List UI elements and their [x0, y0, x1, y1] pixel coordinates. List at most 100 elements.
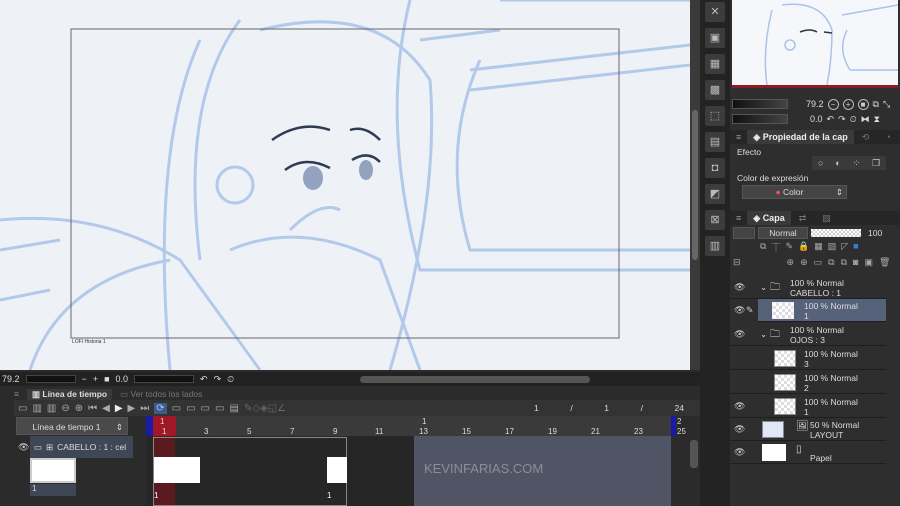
- delete-layer-icon[interactable]: 🗑: [879, 257, 890, 269]
- tone-folder-icon[interactable]: ▩: [705, 80, 725, 100]
- navigator-preview[interactable]: [732, 0, 898, 88]
- delete-cel-icon[interactable]: ▭: [215, 403, 224, 414]
- eye-icon[interactable]: 👁: [734, 447, 745, 458]
- eye-icon[interactable]: 👁: [18, 442, 29, 453]
- camera-icon[interactable]: ◘: [705, 158, 725, 178]
- expression-color-select[interactable]: ● Color ⇕: [742, 185, 847, 199]
- layer-folder-ojos[interactable]: 👁 ⌄ 🗀 100 % Normal OJOS : 3: [730, 323, 886, 346]
- status-zoom-slider[interactable]: [25, 375, 76, 383]
- reset-rotation-icon[interactable]: ⏲: [227, 374, 234, 385]
- merge-icon[interactable]: ⧉: [841, 257, 847, 269]
- expand-chevron-icon[interactable]: ⌄: [760, 282, 767, 293]
- cel-block[interactable]: [154, 457, 200, 483]
- zoom-in-icon[interactable]: +: [93, 374, 98, 384]
- apply-mask-icon[interactable]: ▣: [864, 257, 873, 269]
- timeline-scrollbar[interactable]: [690, 440, 698, 468]
- transfer-down-icon[interactable]: ⧉: [828, 257, 834, 269]
- rotate-right-icon[interactable]: ↷: [838, 114, 846, 125]
- onion-skin-icon[interactable]: ▤: [229, 403, 238, 414]
- timeline-icon[interactable]: ⊟: [733, 257, 741, 269]
- zoom-out-icon[interactable]: −: [827, 98, 839, 110]
- layer-cabello-1[interactable]: 100 % Normal 1: [758, 299, 886, 322]
- selection-icon[interactable]: ⬚: [705, 106, 725, 126]
- transform-icon[interactable]: ⊠: [705, 210, 725, 230]
- play-icon[interactable]: ▶: [115, 403, 123, 414]
- drawing-canvas[interactable]: LOFI Historia 1: [0, 0, 690, 370]
- zoom-out-icon[interactable]: ⊖: [61, 403, 69, 414]
- loop-icon[interactable]: ⟳: [154, 402, 167, 414]
- color-chip-select[interactable]: [733, 226, 755, 239]
- export-icon[interactable]: ▥: [705, 236, 725, 256]
- tab-view-all[interactable]: ▭ Ver todos los lados: [120, 389, 202, 400]
- tone-effect-icon[interactable]: ◐: [835, 158, 840, 168]
- tab-icon-3[interactable]: ◔: [877, 132, 898, 142]
- tab-icon-2[interactable]: ⇄: [791, 213, 815, 224]
- zoom-slider[interactable]: [732, 99, 788, 109]
- menu-icon[interactable]: ≡: [730, 132, 747, 142]
- delete-selection-icon[interactable]: ✕: [705, 2, 725, 22]
- folder-icon[interactable]: ▣: [705, 28, 725, 48]
- zoom-in-icon[interactable]: ⊕: [75, 403, 83, 414]
- eye-icon[interactable]: 👁: [734, 424, 745, 435]
- zoom-out-icon[interactable]: −: [82, 374, 87, 384]
- layer-folder-cabello[interactable]: 👁 ⌄ 🗀 100 % Normal CABELLO : 1: [730, 276, 886, 299]
- layer-paper[interactable]: 👁 ▯ Papel: [730, 441, 886, 464]
- eye-icon[interactable]: 👁: [734, 282, 745, 293]
- layer-ojos-1[interactable]: 👁 100 % Normal 1: [730, 395, 886, 418]
- fit-icon[interactable]: ⧉: [873, 99, 879, 110]
- actual-size-icon[interactable]: ■: [104, 374, 109, 384]
- mask-icon[interactable]: ▧: [828, 241, 837, 253]
- status-rotation-slider[interactable]: [134, 375, 195, 383]
- last-frame-icon[interactable]: ⏭: [140, 403, 149, 414]
- new-raster-icon[interactable]: ⊕: [787, 257, 795, 269]
- cel-block[interactable]: [327, 457, 347, 483]
- blend-mode-select[interactable]: Normal: [758, 226, 808, 239]
- end-marker[interactable]: [671, 416, 676, 436]
- draft-icon[interactable]: ✎: [785, 241, 793, 253]
- actual-size-icon[interactable]: ■: [857, 98, 869, 110]
- first-frame-icon[interactable]: ⏮: [88, 403, 97, 414]
- flip-vertical-icon[interactable]: ⧗: [874, 114, 880, 125]
- reset-rotation-icon[interactable]: ⏲: [850, 114, 857, 125]
- lock-transparent-icon[interactable]: ▦: [814, 241, 823, 253]
- zoom-in-icon[interactable]: +: [842, 98, 854, 110]
- fill-icon[interactable]: ⤡: [883, 99, 890, 110]
- edit-timeline-icon[interactable]: ▥: [32, 403, 41, 414]
- opacity-slider[interactable]: [811, 228, 861, 237]
- tab-icon-3[interactable]: ▨: [814, 213, 839, 224]
- layer-ojos-3[interactable]: 100 % Normal 3: [730, 347, 886, 370]
- specify-cel-icon[interactable]: ▭: [201, 403, 210, 414]
- timeline-ruler[interactable]: 1 1 2 1 3 5 7 9 11 13 15 17 19 21 23 25: [146, 416, 686, 436]
- flip-horizontal-icon[interactable]: ⧓: [861, 114, 870, 125]
- timeline-select[interactable]: Línea de tiempo 1 ⇕: [16, 417, 128, 435]
- prev-frame-icon[interactable]: ◀: [102, 403, 110, 414]
- rotate-right-icon[interactable]: ↷: [214, 374, 222, 385]
- tab-icon-2[interactable]: ⟲: [854, 132, 878, 143]
- new-vector-icon[interactable]: ⊕: [800, 257, 808, 269]
- layer-layout[interactable]: 👁 🖼 50 % Normal LAYOUT: [730, 418, 886, 441]
- new-timeline-icon[interactable]: ▭: [18, 403, 27, 414]
- expand-icon[interactable]: ⊞: [46, 442, 53, 453]
- rotate-left-icon[interactable]: ↶: [200, 374, 208, 385]
- frame-icon[interactable]: ▤: [705, 132, 725, 152]
- rotate-left-icon[interactable]: ↶: [827, 114, 835, 125]
- chart-icon[interactable]: ◩: [705, 184, 725, 204]
- menu-icon[interactable]: ≡: [14, 389, 19, 399]
- mask-add-icon[interactable]: ◙: [853, 257, 858, 269]
- tab-layer-property[interactable]: ◈ Propiedad de la cap: [747, 130, 854, 144]
- canvas-vertical-scrollbar[interactable]: [690, 0, 700, 370]
- frame-rate-icon[interactable]: ▥: [47, 403, 56, 414]
- tab-timeline[interactable]: ▥ Línea de tiempo: [26, 388, 113, 400]
- layer-color-icon[interactable]: ■: [853, 241, 858, 253]
- keyframe-icon[interactable]: ✎◇◈◱∠: [244, 403, 286, 414]
- new-cel-icon[interactable]: ▭: [186, 403, 195, 414]
- new-folder-icon[interactable]: ▭: [814, 257, 823, 269]
- reference-icon[interactable]: ⏉: [771, 241, 780, 253]
- menu-icon[interactable]: ≡: [730, 213, 747, 223]
- layer-color-icon[interactable]: ❐: [872, 158, 880, 169]
- dots-effect-icon[interactable]: ⁘: [853, 158, 861, 169]
- tab-layer[interactable]: ◈ Capa: [747, 211, 791, 225]
- track-cabello[interactable]: ▭ ⊞ CABELLO : 1 : cel: [30, 436, 133, 458]
- start-marker[interactable]: [146, 416, 153, 436]
- layer-ojos-2[interactable]: 100 % Normal 2: [730, 371, 886, 394]
